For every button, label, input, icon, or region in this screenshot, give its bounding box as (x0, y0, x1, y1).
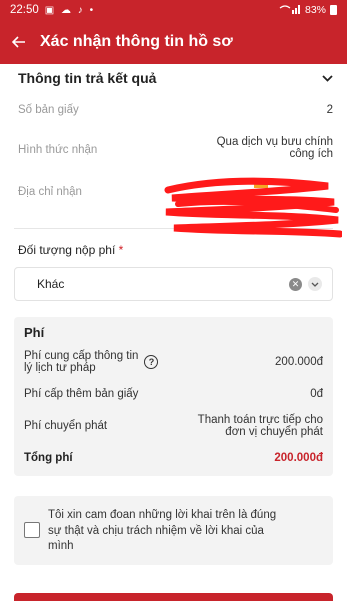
battery-percent: 83% (304, 4, 326, 16)
fee-payer-label: Đối tượng nộp phí * (0, 243, 347, 257)
receive-method-line1: Qua dịch vụ bưu chính (216, 136, 333, 148)
fee-total-row: Tổng phí 200.000đ (24, 452, 323, 464)
arrow-left-icon[interactable] (11, 32, 34, 53)
fee-label-delivery: Phí chuyển phát (24, 420, 108, 432)
row-receive-method: Hình thức nhận Qua dịch vụ bưu chính côn… (0, 136, 347, 160)
copies-value: 2 (326, 104, 333, 116)
result-section-title: Thông tin trả kết quả (18, 70, 157, 86)
fee-label-criminal-record: Phí cung cấp thông tin lý lịch tư pháp ? (24, 350, 159, 374)
fee-value-criminal-record: 200.000đ (275, 356, 323, 368)
submit-button-edge[interactable] (14, 593, 333, 601)
app-bar: Xác nhận thông tin hồ sơ (0, 20, 347, 64)
fee-row-extra-copies: Phí cấp thêm bản giấy 0đ (24, 388, 323, 400)
fees-title: Phí (24, 325, 45, 340)
fee-row-criminal-record: Phí cung cấp thông tin lý lịch tư pháp ?… (24, 350, 323, 374)
required-mark: * (118, 243, 124, 257)
receive-method-line2: công ích (289, 148, 333, 160)
help-icon[interactable]: ? (144, 355, 159, 369)
status-bar: 22:50 ▣ ☁ ♪ • 83% (0, 0, 347, 20)
clear-icon[interactable]: ✕ (289, 277, 302, 291)
delivery-line1: Thanh toán trực tiếp cho (197, 414, 323, 426)
fee-label-line1: Phí cung cấp thông tin (24, 350, 139, 362)
receive-method-label: Hình thức nhận (18, 144, 98, 156)
status-right: 83% (279, 4, 337, 17)
address-label: Địa chỉ nhận (18, 186, 82, 198)
commitment-panel: Tôi xin cam đoan những lời khai trên là … (14, 496, 333, 565)
page-title: Xác nhận thông tin hồ sơ (40, 33, 233, 50)
fee-total-label: Tổng phí (24, 452, 73, 464)
fee-payer-label-text: Đối tượng nộp phí (18, 243, 116, 257)
row-copies: Số bản giấy 2 (0, 104, 347, 116)
chevron-down-icon[interactable] (308, 277, 322, 291)
commitment-line3: mình (48, 540, 74, 553)
commitment-line1: Tôi xin cam đoan những lời khai trên là … (48, 509, 277, 521)
fee-row-delivery: Phí chuyển phát Thanh toán trực tiếp cho… (24, 414, 323, 438)
delivery-line2: đơn vị chuyển phát (225, 426, 323, 438)
commitment-line2: sự thật và chịu trách nhiệm về lời khai … (48, 524, 264, 537)
wifi-signal-icon (279, 4, 301, 17)
fee-value-delivery: Thanh toán trực tiếp cho đơn vị chuyển p… (198, 414, 323, 438)
fee-payer-selected: Khác (37, 277, 65, 291)
main-content: Thông tin trả kết quả Số bản giấy 2 Hình… (0, 64, 347, 593)
fee-value-extra-copies: 0đ (310, 388, 323, 400)
receive-method-value: Qua dịch vụ bưu chính công ích (217, 136, 333, 160)
notification-icons: ▣ ☁ ♪ • (44, 4, 96, 16)
commitment-checkbox[interactable] (24, 522, 40, 538)
fee-label-text: Phí cung cấp thông tin lý lịch tư pháp (24, 350, 138, 374)
fee-total-value: 200.000đ (274, 452, 323, 464)
fee-payer-select[interactable]: Khác ✕ (14, 267, 333, 301)
fee-label-line2: lý lịch tư pháp (24, 362, 96, 374)
chevron-down-icon[interactable] (322, 71, 333, 85)
battery-icon (330, 5, 337, 15)
commitment-text: Tôi xin cam đoan những lời khai trên là … (48, 508, 276, 555)
result-section-header[interactable]: Thông tin trả kết quả (0, 64, 347, 92)
fee-label-extra-copies: Phí cấp thêm bản giấy (24, 388, 139, 400)
redaction-scribble (164, 177, 342, 238)
copies-label: Số bản giấy (18, 104, 79, 116)
status-time: 22:50 (10, 4, 39, 16)
fees-panel: Phí Phí cung cấp thông tin lý lịch tư ph… (14, 317, 333, 476)
